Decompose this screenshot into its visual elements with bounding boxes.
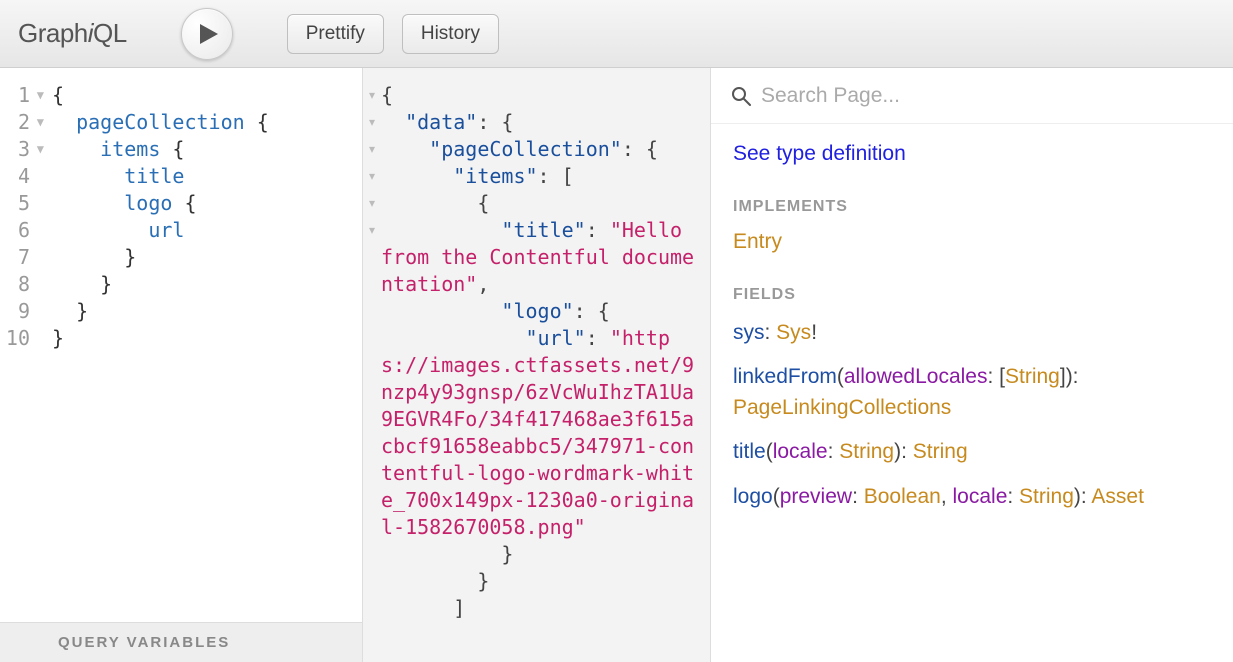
query-editor: 1▼ 2▼ 3▼ 4 5 6 7 8 9 10 { pageCollection…: [0, 68, 363, 662]
docs-search-input[interactable]: [761, 84, 1213, 108]
field-title[interactable]: title(locale: String): String: [733, 437, 1211, 467]
docs-panel: PageCollection Page See type definition …: [711, 68, 1233, 662]
field-sys[interactable]: sys: Sys!: [733, 318, 1211, 348]
result-json[interactable]: { "data": { "pageCollection": { "items":…: [381, 82, 710, 662]
fold-icon[interactable]: ▼: [34, 136, 44, 163]
logo-part: Graph: [18, 18, 88, 48]
docs-search: [711, 68, 1233, 124]
query-variables-bar[interactable]: QUERY VARIABLES: [0, 622, 362, 662]
fields-label: FIELDS: [733, 286, 1211, 304]
implements-type[interactable]: Entry: [733, 230, 1211, 254]
see-type-definition-link[interactable]: See type definition: [733, 142, 1211, 166]
history-button[interactable]: History: [402, 14, 499, 54]
field-logo[interactable]: logo(preview: Boolean, locale: String): …: [733, 482, 1211, 512]
fold-icon[interactable]: ▼: [34, 82, 44, 109]
field-linkedFrom[interactable]: linkedFrom(allowedLocales: [String]): Pa…: [733, 362, 1211, 423]
play-icon: [200, 24, 218, 44]
prettify-button[interactable]: Prettify: [287, 14, 384, 54]
implements-label: IMPLEMENTS: [733, 198, 1211, 216]
graphiql-logo: GraphiQL: [18, 18, 127, 49]
line-gutter: 1▼ 2▼ 3▼ 4 5 6 7 8 9 10: [0, 82, 52, 622]
toolbar: GraphiQL Prettify History: [0, 0, 1233, 68]
search-icon: [731, 86, 751, 106]
result-pane: ▾▾▾▾▾▾ { "data": { "pageCollection": { "…: [363, 68, 711, 662]
execute-button[interactable]: [181, 8, 233, 60]
logo-part: QL: [93, 18, 127, 48]
fold-icon[interactable]: ▼: [34, 109, 44, 136]
query-code[interactable]: { pageCollection { items { title logo { …: [52, 82, 362, 622]
